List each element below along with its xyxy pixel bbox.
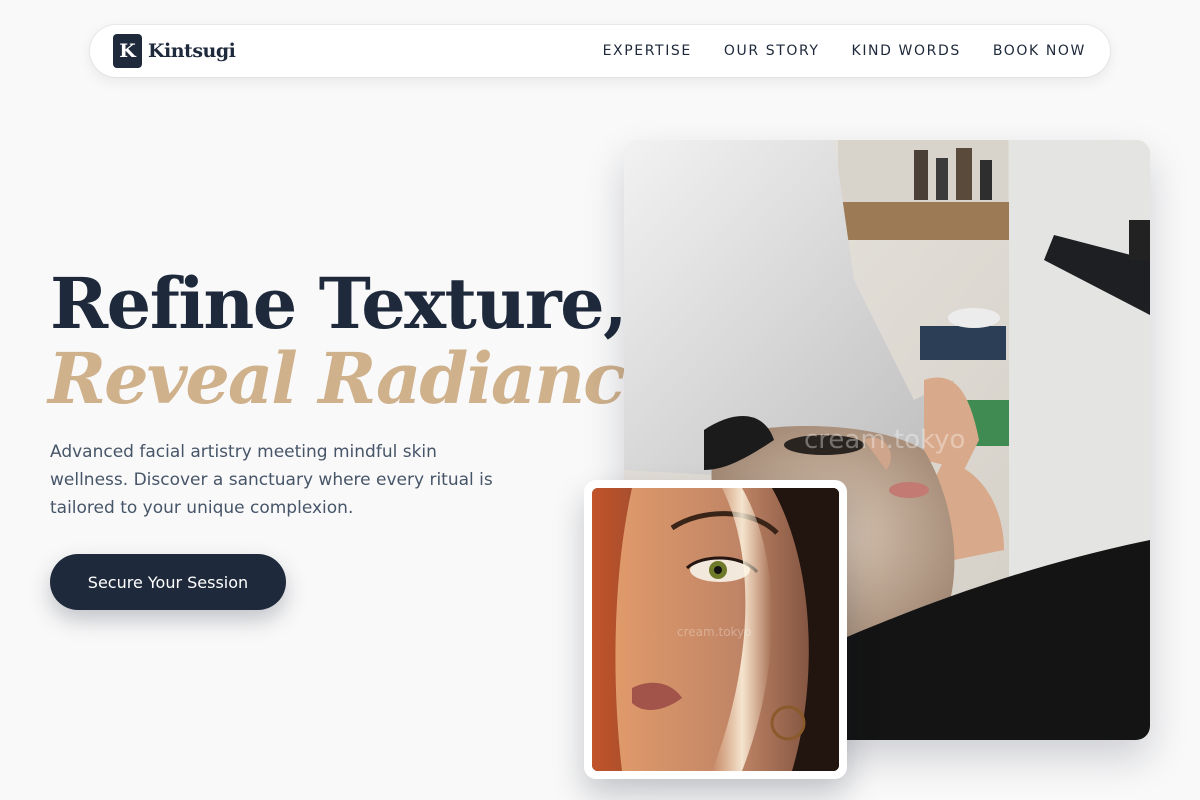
nav-link-expertise[interactable]: EXPERTISE (603, 43, 692, 59)
brand-mark: K (113, 34, 142, 68)
brand-name: Kintsugi (148, 40, 236, 62)
portrait-photo: cream.tokyo (592, 488, 839, 771)
page: K Kintsugi EXPERTISE OUR STORY KIND WORD… (0, 0, 1200, 800)
secure-session-button[interactable]: Secure Your Session (50, 554, 286, 610)
main-photo-watermark: cream.tokyo (804, 425, 965, 455)
nav-links: EXPERTISE OUR STORY KIND WORDS BOOK NOW (603, 43, 1086, 59)
hero-title: Refine Texture, (50, 262, 628, 345)
nav-link-book-now[interactable]: BOOK NOW (993, 43, 1086, 59)
portrait-illustration: cream.tokyo (592, 488, 839, 771)
top-nav: K Kintsugi EXPERTISE OUR STORY KIND WORD… (90, 25, 1110, 77)
hero-description: Advanced facial artistry meeting mindful… (50, 442, 493, 518)
portrait-photo-card: cream.tokyo (584, 480, 847, 779)
nav-link-our-story[interactable]: OUR STORY (724, 43, 820, 59)
brand-logo[interactable]: K Kintsugi (113, 34, 236, 68)
nav-link-kind-words[interactable]: KIND WORDS (852, 43, 961, 59)
hero-accent-title: Reveal Radiance. (48, 337, 691, 420)
portrait-watermark: cream.tokyo (677, 625, 752, 639)
